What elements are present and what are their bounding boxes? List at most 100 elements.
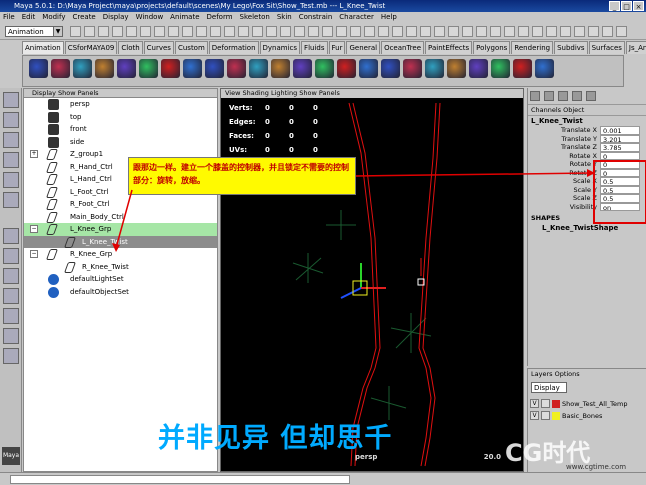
layout-graph-icon[interactable]: [3, 308, 19, 324]
shelf-tool-icon[interactable]: [513, 59, 532, 78]
channel-value[interactable]: 3.201: [600, 134, 640, 144]
layout-hypergraph-icon[interactable]: [3, 328, 19, 344]
menu-display[interactable]: Display: [103, 12, 129, 23]
status-tool-icon[interactable]: [126, 26, 137, 37]
status-tool-icon[interactable]: [266, 26, 277, 37]
layer-visibility-toggle[interactable]: V: [530, 411, 539, 420]
close-button[interactable]: ×: [633, 1, 644, 11]
status-tool-icon[interactable]: [112, 26, 123, 37]
layer-row[interactable]: V Basic_Bones: [530, 411, 642, 422]
outliner-item[interactable]: − R_Knee_Grp: [24, 248, 217, 261]
shelf-tab-oceantree[interactable]: OceanTree: [381, 41, 425, 54]
layer-type-toggle[interactable]: [541, 399, 550, 408]
menu-window[interactable]: Window: [136, 12, 164, 23]
expand-toggle-icon[interactable]: −: [30, 250, 38, 258]
status-tool-icon[interactable]: [350, 26, 361, 37]
channel-row[interactable]: Translate X 0.001: [528, 126, 646, 135]
lasso-tool-icon[interactable]: [3, 112, 19, 128]
viewport-menu[interactable]: View Shading Lighting Show Panels: [221, 89, 523, 98]
shelf-tool-icon[interactable]: [29, 59, 48, 78]
status-tool-icon[interactable]: [140, 26, 151, 37]
shelf-tool-icon[interactable]: [491, 59, 510, 78]
shelf-tab-surfaces[interactable]: Surfaces: [588, 41, 625, 54]
channel-value[interactable]: 3.785: [600, 143, 640, 152]
shelf-tool-icon[interactable]: [95, 59, 114, 78]
status-tool-icon[interactable]: [154, 26, 165, 37]
channel-toolbar-icon[interactable]: [544, 91, 554, 101]
status-tool-icon[interactable]: [182, 26, 193, 37]
shelf-tool-icon[interactable]: [381, 59, 400, 78]
channel-value[interactable]: 0: [600, 151, 640, 161]
shelf-tab-subdivs[interactable]: Subdivs: [554, 41, 588, 54]
status-tool-icon[interactable]: [504, 26, 515, 37]
menu-skeleton[interactable]: Skeleton: [240, 12, 270, 23]
outliner-item[interactable]: top: [24, 111, 217, 124]
shelf-tab-general[interactable]: General: [346, 41, 381, 54]
maximize-button[interactable]: □: [621, 1, 632, 11]
status-tool-icon[interactable]: [490, 26, 501, 37]
status-tool-icon[interactable]: [168, 26, 179, 37]
status-tool-icon[interactable]: [574, 26, 585, 37]
outliner-item[interactable]: − L_Knee_Grp: [24, 223, 217, 236]
select-tool-icon[interactable]: [3, 92, 19, 108]
status-tool-icon[interactable]: [476, 26, 487, 37]
shelf-tool-icon[interactable]: [447, 59, 466, 78]
shelf-tool-icon[interactable]: [139, 59, 158, 78]
layer-row[interactable]: V Show_Test_All_Temp: [530, 399, 642, 410]
channel-toolbar-icon[interactable]: [558, 91, 568, 101]
menu-edit[interactable]: Edit: [22, 12, 36, 23]
status-tool-icon[interactable]: [308, 26, 319, 37]
layer-visibility-toggle[interactable]: V: [530, 399, 539, 408]
status-tool-icon[interactable]: [210, 26, 221, 37]
outliner-item[interactable]: defaultObjectSet: [24, 286, 217, 299]
shelf-tool-icon[interactable]: [271, 59, 290, 78]
channel-toolbar-icon[interactable]: [586, 91, 596, 101]
shelf-tab-animation[interactable]: Animation: [22, 41, 64, 54]
shelf-tab-csformaya09[interactable]: CSforMAYA09: [64, 41, 118, 54]
rotate-tool-icon[interactable]: [3, 172, 19, 188]
status-tool-icon[interactable]: [602, 26, 613, 37]
paint-tool-icon[interactable]: [3, 132, 19, 148]
status-tool-icon[interactable]: [280, 26, 291, 37]
shelf-tool-icon[interactable]: [227, 59, 246, 78]
persp-viewport[interactable]: View Shading Lighting Show Panels Verts:…: [220, 88, 524, 472]
status-tool-icon[interactable]: [406, 26, 417, 37]
shelf-tool-icon[interactable]: [205, 59, 224, 78]
expand-toggle-icon[interactable]: +: [30, 150, 38, 158]
menu-deform[interactable]: Deform: [207, 12, 233, 23]
shelf-tool-icon[interactable]: [425, 59, 444, 78]
command-input[interactable]: [10, 475, 350, 484]
status-tool-icon[interactable]: [518, 26, 529, 37]
status-tool-icon[interactable]: [378, 26, 389, 37]
channel-toolbar-icon[interactable]: [572, 91, 582, 101]
outliner-item[interactable]: Main_Body_Ctrl: [24, 211, 217, 224]
shelf-tab-curves[interactable]: Curves: [143, 41, 174, 54]
layout-two-icon[interactable]: [3, 268, 19, 284]
shelf-tab-rendering[interactable]: Rendering: [511, 41, 554, 54]
minimize-button[interactable]: _: [609, 1, 620, 11]
status-tool-icon[interactable]: [434, 26, 445, 37]
status-tool-icon[interactable]: [448, 26, 459, 37]
menu-skin[interactable]: Skin: [277, 12, 292, 23]
shelf-tool-icon[interactable]: [469, 59, 488, 78]
shelf-tab-polygons[interactable]: Polygons: [473, 41, 511, 54]
layout-outliner-icon[interactable]: [3, 288, 19, 304]
menu-animate[interactable]: Animate: [170, 12, 199, 23]
shelf-tab-deformation[interactable]: Deformation: [208, 41, 259, 54]
status-tool-icon[interactable]: [532, 26, 543, 37]
shelf-tab-fluids[interactable]: Fluids: [301, 41, 328, 54]
status-tool-icon[interactable]: [196, 26, 207, 37]
outliner-menu[interactable]: Display Show Panels: [24, 89, 217, 98]
move-manipulator[interactable]: [340, 263, 386, 299]
outliner-item[interactable]: R_Foot_Ctrl: [24, 198, 217, 211]
shelf-tab-dynamics[interactable]: Dynamics: [259, 41, 301, 54]
channel-box-tabs[interactable]: Channels Object: [528, 105, 646, 116]
menu-character[interactable]: Character: [339, 12, 374, 23]
outliner-item[interactable]: side: [24, 136, 217, 149]
status-tool-icon[interactable]: [364, 26, 375, 37]
layout-single-icon[interactable]: [3, 228, 19, 244]
layout-four-icon[interactable]: [3, 248, 19, 264]
shelf-tab-js_animation[interactable]: Js_Animation: [625, 41, 646, 54]
shelf-tool-icon[interactable]: [73, 59, 92, 78]
status-tool-icon[interactable]: [322, 26, 333, 37]
